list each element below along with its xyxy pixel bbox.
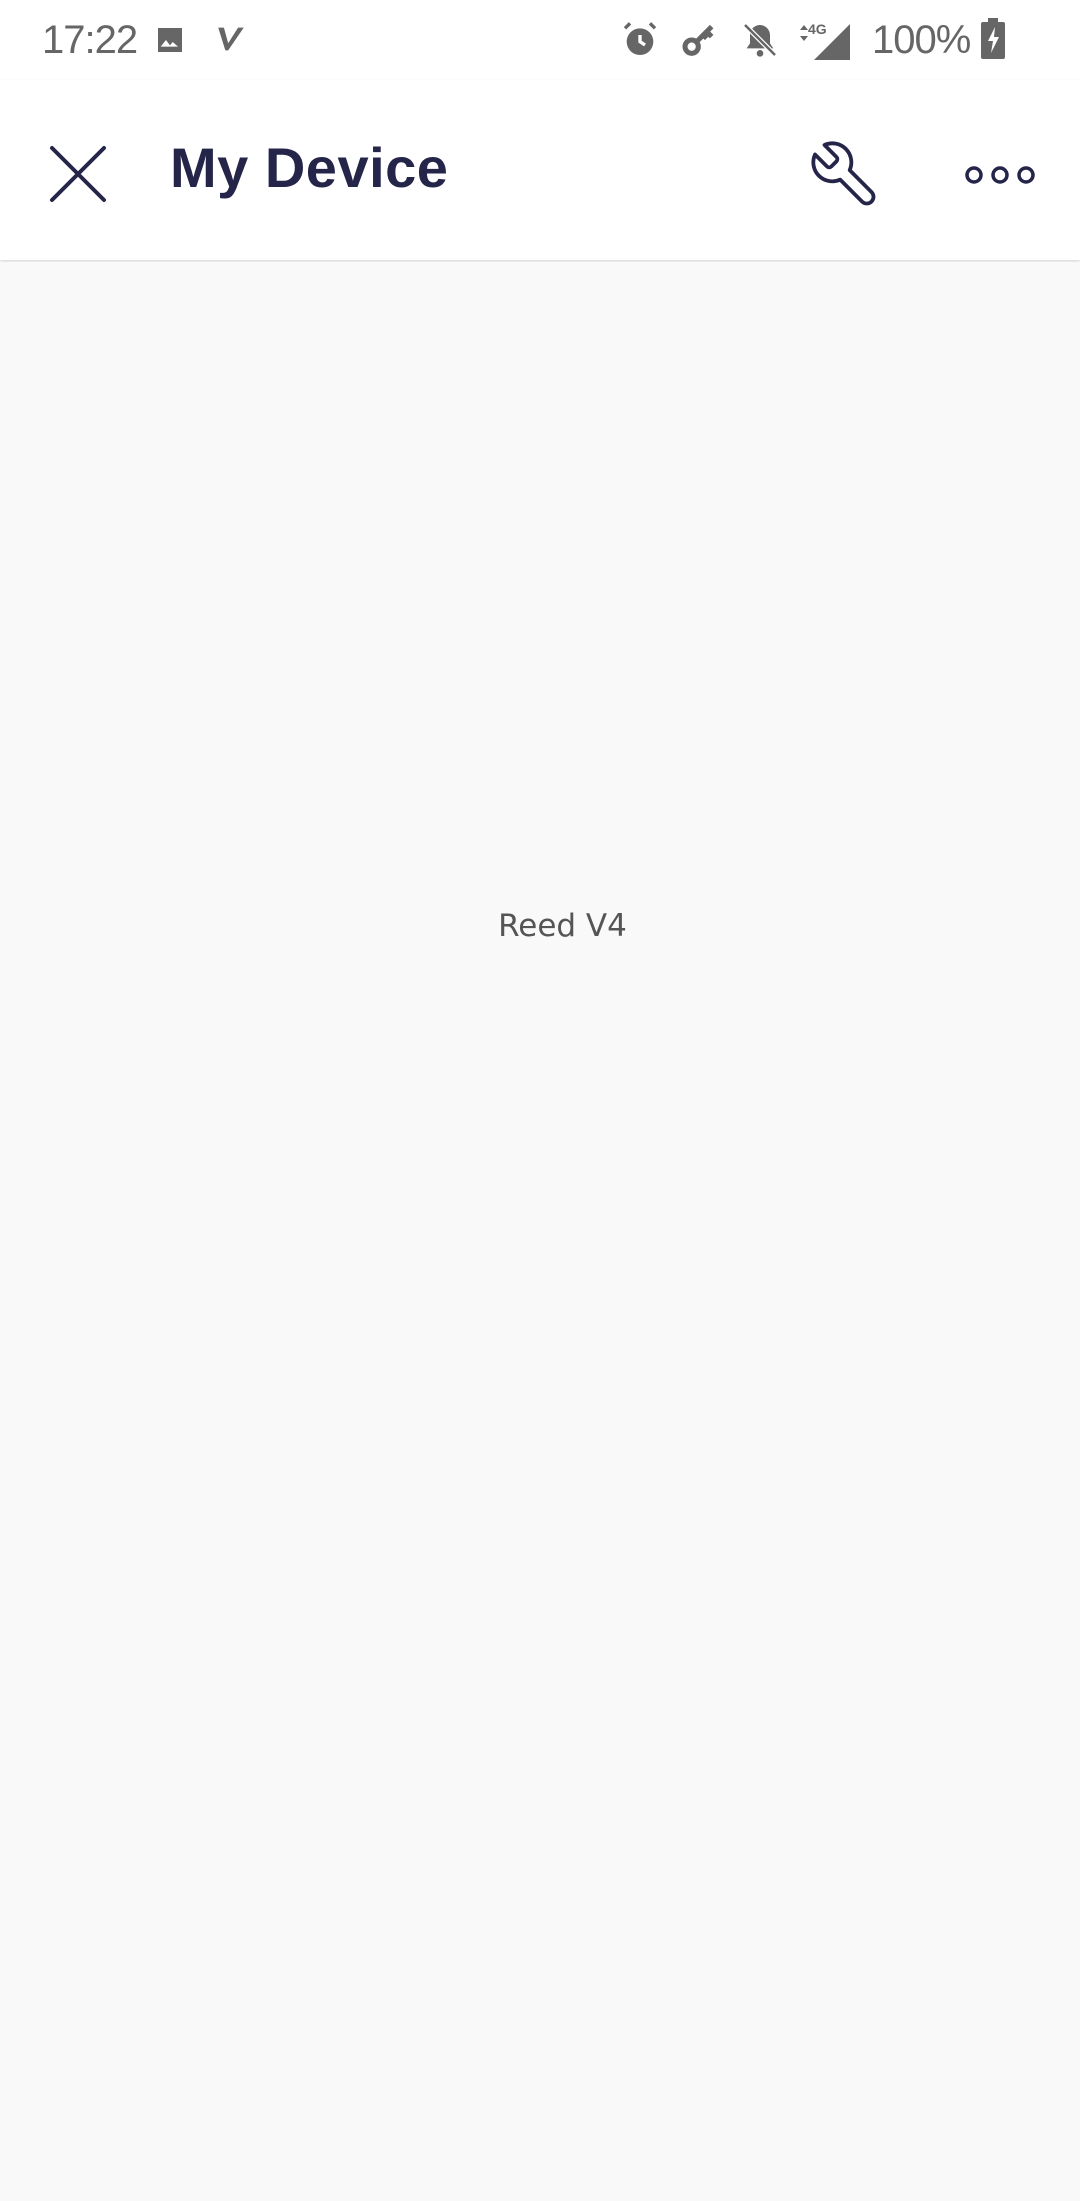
wrench-icon [811,141,876,206]
app-v-icon [218,27,244,51]
key-icon [682,24,714,56]
more-horizontal-icon [965,166,1035,184]
status-bar: 17:22 4G 100% [0,0,1080,80]
image-icon [158,28,182,52]
more-options-button[interactable] [950,125,1050,225]
battery-percent: 100% [872,18,971,62]
alarm-icon [623,22,657,55]
battery-charging-icon [981,18,1005,59]
close-button[interactable] [30,126,126,222]
svg-text:4G: 4G [808,21,827,37]
page-title: My Device [170,136,449,199]
status-time: 17:22 [42,18,138,62]
close-icon [50,146,106,202]
app-bar: My Device [0,80,1080,260]
signal-4g-icon: 4G [800,21,850,60]
device-settings-button[interactable] [795,125,895,225]
device-name-label: Reed V4 [498,908,627,944]
bell-off-icon [743,23,777,57]
device-content: Reed V4 [0,262,1080,2201]
